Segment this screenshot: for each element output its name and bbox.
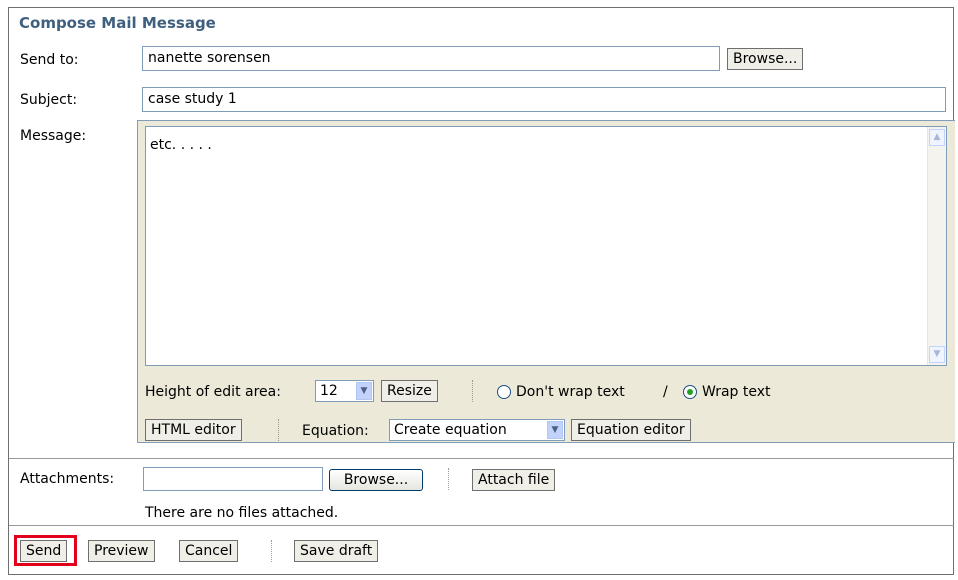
attachment-file-input[interactable] bbox=[143, 467, 323, 491]
html-editor-button[interactable]: HTML editor bbox=[145, 419, 242, 441]
chevron-down-icon[interactable]: ▼ bbox=[547, 421, 563, 439]
subject-field[interactable]: case study 1 bbox=[142, 87, 946, 112]
cancel-button[interactable]: Cancel bbox=[179, 540, 239, 562]
separator bbox=[278, 419, 279, 441]
page-title: Compose Mail Message bbox=[19, 14, 216, 32]
preview-button[interactable]: Preview bbox=[88, 540, 155, 562]
height-value: 12 bbox=[320, 383, 338, 399]
attachment-browse-button[interactable]: Browse... bbox=[329, 469, 423, 491]
divider bbox=[9, 525, 954, 526]
scroll-up-arrow-icon[interactable]: ▲ bbox=[929, 129, 945, 146]
slash-divider: / bbox=[663, 384, 668, 400]
recipient-browse-button[interactable]: Browse... bbox=[727, 48, 804, 70]
message-label: Message: bbox=[20, 128, 87, 144]
dont-wrap-label: Don't wrap text bbox=[516, 384, 625, 400]
equation-select[interactable]: Create equation ▼ bbox=[389, 419, 565, 441]
wrap-label: Wrap text bbox=[702, 384, 771, 400]
send-to-field[interactable]: nanette sorensen bbox=[142, 46, 720, 71]
separator bbox=[472, 380, 473, 402]
message-scrollbar[interactable]: ▲ ▼ bbox=[927, 127, 946, 365]
save-draft-button[interactable]: Save draft bbox=[294, 540, 379, 562]
equation-label: Equation: bbox=[302, 423, 369, 439]
dont-wrap-radio[interactable] bbox=[497, 385, 511, 399]
separator bbox=[448, 468, 449, 490]
message-textarea[interactable]: etc. . . . . ▲ ▼ bbox=[145, 126, 947, 366]
chevron-down-icon[interactable]: ▼ bbox=[356, 382, 372, 400]
subject-label: Subject: bbox=[20, 92, 78, 108]
scroll-down-arrow-icon[interactable]: ▼ bbox=[929, 346, 945, 363]
divider bbox=[9, 458, 954, 459]
no-attachments-text: There are no files attached. bbox=[145, 505, 339, 521]
resize-button[interactable]: Resize bbox=[381, 380, 438, 402]
height-select[interactable]: 12 ▼ bbox=[315, 380, 374, 402]
attach-file-button[interactable]: Attach file bbox=[472, 469, 556, 491]
separator bbox=[271, 540, 272, 562]
attachments-label: Attachments: bbox=[20, 471, 115, 487]
message-text: etc. . . . . bbox=[150, 137, 212, 153]
equation-value: Create equation bbox=[394, 422, 507, 438]
send-button[interactable]: Send bbox=[20, 540, 68, 562]
wrap-radio[interactable] bbox=[683, 385, 697, 399]
send-to-label: Send to: bbox=[20, 52, 79, 68]
height-label: Height of edit area: bbox=[145, 384, 281, 400]
equation-editor-button[interactable]: Equation editor bbox=[571, 419, 691, 441]
